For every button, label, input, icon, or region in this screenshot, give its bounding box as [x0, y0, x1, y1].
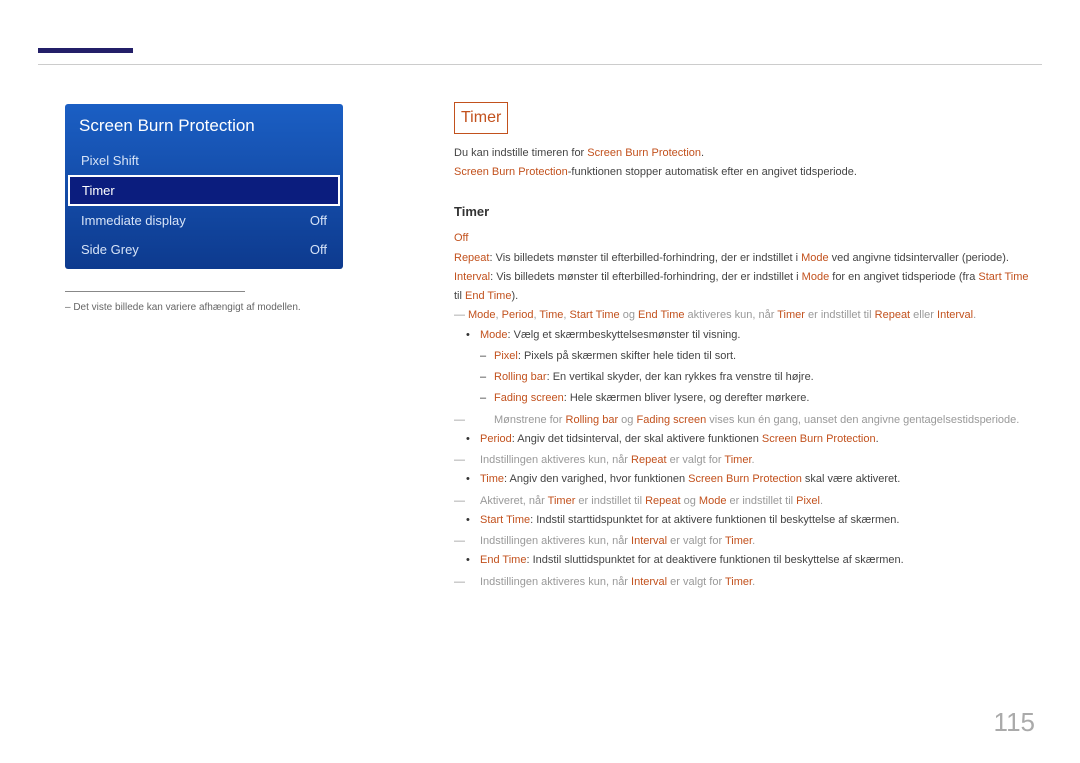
footnote-divider [65, 291, 245, 292]
right-column: Timer Du kan indstille timeren for Scree… [454, 102, 1038, 592]
list-item-start-time: Start Time: Indstil starttidspunktet for… [480, 511, 1038, 530]
menu-item-immediate-display[interactable]: Immediate display Off [65, 206, 343, 235]
menu-screen-burn-protection: Screen Burn Protection Pixel Shift Timer… [65, 104, 343, 269]
list-item-period: Period: Angiv det tidsinterval, der skal… [480, 430, 1038, 449]
section-title: Timer [454, 102, 508, 134]
sub-section-title: Timer [454, 201, 1038, 224]
list-item-rolling-bar: Rolling bar: En vertikal skyder, der kan… [494, 368, 1038, 387]
bullet-list: Mode: Vælg et skærmbeskyttelsesmønster t… [454, 326, 1038, 345]
menu-title: Screen Burn Protection [65, 104, 343, 146]
menu-item-value: Off [310, 213, 327, 228]
bullet-list: Time: Angiv den varighed, hvor funktione… [454, 470, 1038, 489]
menu-item-label: Pixel Shift [81, 153, 139, 168]
note-activation: Mode, Period, Time, Start Time og End Ti… [454, 306, 1038, 325]
menu-item-label: Timer [82, 183, 115, 198]
bullet-list: End Time: Indstil sluttidspunktet for at… [454, 551, 1038, 570]
menu-item-label: Side Grey [81, 242, 139, 257]
footnote-text: – Det viste billede kan variere afhængig… [65, 302, 343, 313]
header-accent-bar [38, 48, 133, 53]
list-item-pixel: Pixel: Pixels på skærmen skifter hele ti… [494, 347, 1038, 366]
bullet-list: Start Time: Indstil starttidspunktet for… [454, 511, 1038, 530]
off-label: Off [454, 229, 1038, 248]
bullet-list: Period: Angiv det tidsinterval, der skal… [454, 430, 1038, 449]
intro-line-1: Du kan indstille timeren for Screen Burn… [454, 144, 1038, 163]
header-divider [38, 64, 1042, 65]
interval-line: Interval: Vis billedets mønster til efte… [454, 268, 1038, 307]
menu-item-value: Off [310, 242, 327, 257]
menu-item-pixel-shift[interactable]: Pixel Shift [65, 146, 343, 175]
note-end-time: Indstillingen aktiveres kun, når Interva… [454, 573, 1038, 592]
bullet-sublist: Pixel: Pixels på skærmen skifter hele ti… [454, 347, 1038, 409]
menu-item-label: Immediate display [81, 213, 186, 228]
list-item-end-time: End Time: Indstil sluttidspunktet for at… [480, 551, 1038, 570]
list-item-fading-screen: Fading screen: Hele skærmen bliver lyser… [494, 389, 1038, 408]
note-start-time: Indstillingen aktiveres kun, når Interva… [454, 532, 1038, 551]
note-time: Aktiveret, når Timer er indstillet til R… [454, 492, 1038, 511]
note-patterns: Mønstrene for Rolling bar og Fading scre… [454, 411, 1038, 430]
note-period: Indstillingen aktiveres kun, når Repeat … [454, 451, 1038, 470]
intro-line-2: Screen Burn Protection-funktionen stoppe… [454, 163, 1038, 182]
menu-item-side-grey[interactable]: Side Grey Off [65, 235, 343, 269]
page-number: 115 [994, 707, 1035, 738]
menu-item-timer[interactable]: Timer [68, 175, 340, 206]
list-item-time: Time: Angiv den varighed, hvor funktione… [480, 470, 1038, 489]
repeat-line: Repeat: Vis billedets mønster til efterb… [454, 249, 1038, 268]
left-column: Screen Burn Protection Pixel Shift Timer… [65, 104, 343, 313]
list-item-mode: Mode: Vælg et skærmbeskyttelsesmønster t… [480, 326, 1038, 345]
